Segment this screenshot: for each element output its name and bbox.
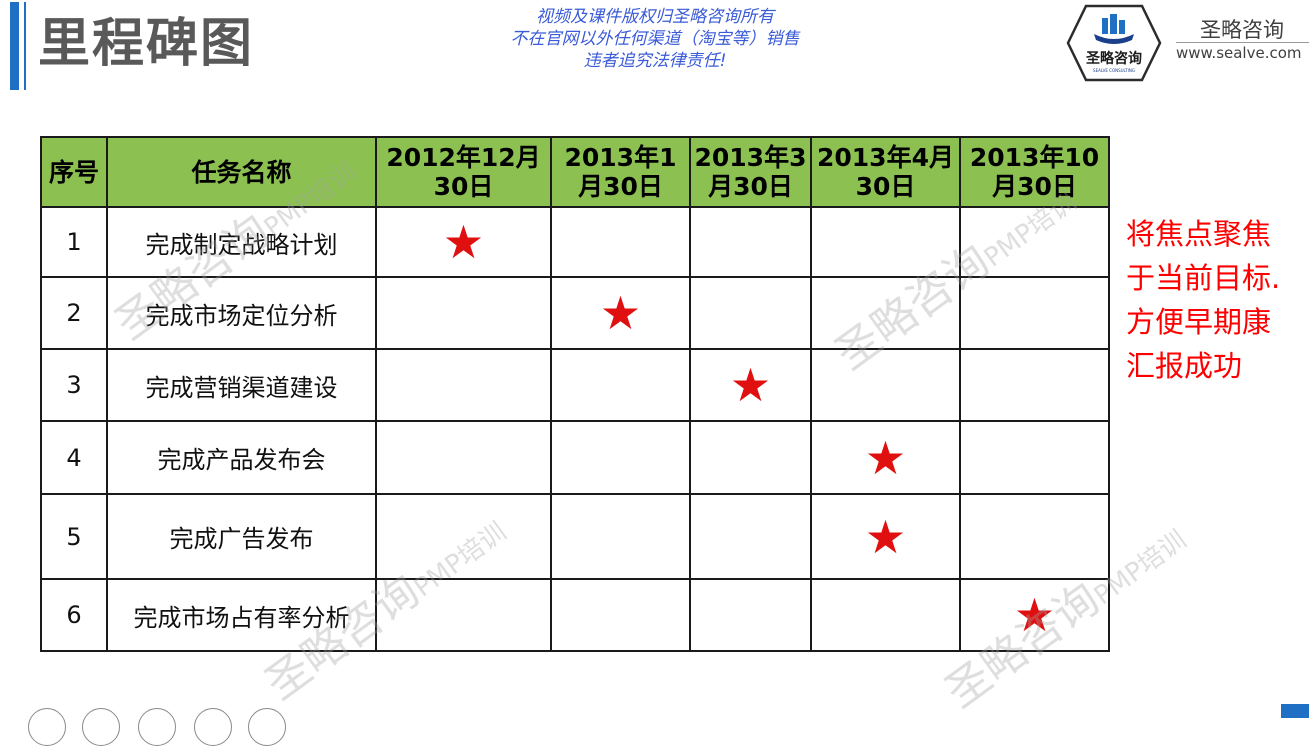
milestone-star-icon: ★ [864, 430, 907, 485]
callout-line: 于当前目标. [1126, 261, 1281, 295]
page-corner-marker [1281, 704, 1309, 718]
milestone-cell: ★ [959, 578, 1110, 652]
milestone-cell [810, 348, 961, 422]
milestone-cell [689, 493, 812, 580]
header-cell: 任务名称 [106, 136, 377, 208]
table-row: 1 完成制定战略计划 ★ [40, 206, 1110, 278]
brand-divider [1176, 42, 1309, 43]
header-text: 2013年1 [564, 143, 677, 172]
milestone-cell [810, 206, 961, 278]
header-text: 2013年10 [969, 143, 1100, 172]
nav-circle-icon[interactable] [28, 708, 66, 746]
milestone-cell [689, 420, 812, 495]
milestone-cell [689, 578, 812, 652]
milestone-table: 序号 任务名称 2012年12月 30日 2013年1 月30日 2013年3 月30… [40, 136, 1110, 652]
header-text: 30日 [433, 172, 494, 201]
header-text: 月30日 [992, 172, 1077, 201]
row-number: 3 [40, 348, 108, 422]
brand-name: 圣略咨询 [1200, 18, 1284, 42]
milestone-cell [550, 206, 691, 278]
table-row: 4 完成产品发布会 ★ [40, 420, 1110, 495]
table-row: 6 完成市场占有率分析 ★ [40, 578, 1110, 652]
milestone-cell [689, 206, 812, 278]
row-number: 6 [40, 578, 108, 652]
milestone-cell: ★ [810, 420, 961, 495]
milestone-star-icon: ★ [864, 509, 907, 564]
callout-line: 将焦点聚焦 [1126, 217, 1272, 251]
task-name: 完成市场定位分析 [106, 276, 377, 350]
milestone-cell: ★ [689, 348, 812, 422]
page-title: 里程碑图 [38, 14, 255, 74]
milestone-cell [550, 348, 691, 422]
table-row: 5 完成广告发布 ★ [40, 493, 1110, 580]
milestone-cell [810, 276, 961, 350]
header-cell: 2013年10 月30日 [959, 136, 1110, 208]
milestone-cell [375, 276, 552, 350]
callout-note: 将焦点聚焦 于当前目标. 方便早期康 汇报成功 [1126, 212, 1302, 388]
header-text: 2013年4月 [817, 143, 954, 172]
header-cell: 2013年4月 30日 [810, 136, 961, 208]
milestone-star-icon: ★ [1013, 588, 1056, 642]
header-text: 任务名称 [191, 157, 292, 187]
header-cell: 2013年3 月30日 [689, 136, 812, 208]
header-cell: 2012年12月 30日 [375, 136, 552, 208]
milestone-cell: ★ [375, 206, 552, 278]
milestone-cell [550, 420, 691, 495]
header-text: 2013年3 [694, 143, 807, 172]
milestone-cell [959, 493, 1110, 580]
row-number: 4 [40, 420, 108, 495]
title-accent-line [24, 2, 26, 90]
milestone-cell [959, 348, 1110, 422]
table-body: 1 完成制定战略计划 ★ 2 完成市场定位分析 ★ 3 完成营销渠道建设 ★ 4 完成产品发布会 ★ 5… [40, 206, 1110, 652]
milestone-cell [959, 276, 1110, 350]
milestone-cell [375, 493, 552, 580]
milestone-cell [550, 578, 691, 652]
nav-circle-icon[interactable] [82, 708, 120, 746]
table-row: 3 完成营销渠道建设 ★ [40, 348, 1110, 422]
task-name: 完成营销渠道建设 [106, 348, 377, 422]
header-cell: 2013年1 月30日 [550, 136, 691, 208]
header-text: 序号 [48, 157, 99, 187]
notice-line: 视频及课件版权归圣略咨询所有 [536, 7, 774, 27]
notice-line: 违者追究法律责任! [583, 51, 727, 71]
task-name: 完成制定战略计划 [106, 206, 377, 278]
milestone-cell [375, 420, 552, 495]
milestone-cell [689, 276, 812, 350]
header-text: 30日 [855, 172, 916, 201]
milestone-cell [375, 348, 552, 422]
task-name: 完成广告发布 [106, 493, 377, 580]
row-number: 2 [40, 276, 108, 350]
row-number: 5 [40, 493, 108, 580]
table-header-row: 序号 任务名称 2012年12月 30日 2013年1 月30日 2013年3 月30… [40, 136, 1110, 208]
copyright-notice: 视频及课件版权归圣略咨询所有 不在官网以外任何渠道（淘宝等）销售 违者追究法律责… [470, 6, 840, 72]
callout-line: 方便早期康 [1126, 305, 1272, 339]
nav-circle-icon[interactable] [138, 708, 176, 746]
callout-line: 汇报成功 [1126, 349, 1243, 383]
header-text: 2012年12月 [386, 143, 541, 172]
header-text: 月30日 [578, 172, 663, 201]
nav-circle-icon[interactable] [194, 708, 232, 746]
milestone-cell [810, 578, 961, 652]
header-cell: 序号 [40, 136, 108, 208]
milestone-cell [550, 493, 691, 580]
milestone-cell: ★ [550, 276, 691, 350]
brand-url: www.sealve.com [1176, 44, 1302, 62]
milestone-star-icon: ★ [599, 286, 642, 340]
milestone-star-icon: ★ [442, 215, 485, 269]
milestone-cell [375, 578, 552, 652]
logo-name: 圣略咨询 [1086, 51, 1142, 67]
milestone-cell [959, 420, 1110, 495]
task-name: 完成市场占有率分析 [106, 578, 377, 652]
milestone-cell: ★ [810, 493, 961, 580]
row-number: 1 [40, 206, 108, 278]
table-row: 2 完成市场定位分析 ★ [40, 276, 1110, 350]
notice-line: 不在官网以外任何渠道（淘宝等）销售 [510, 29, 800, 49]
logo-subtitle: SEALVE CONSULTING [1093, 68, 1135, 73]
header-text: 月30日 [708, 172, 793, 201]
nav-circle-icon[interactable] [248, 708, 286, 746]
milestone-cell [959, 206, 1110, 278]
task-name: 完成产品发布会 [106, 420, 377, 495]
title-accent-bar [10, 2, 19, 90]
milestone-star-icon: ★ [729, 358, 772, 412]
